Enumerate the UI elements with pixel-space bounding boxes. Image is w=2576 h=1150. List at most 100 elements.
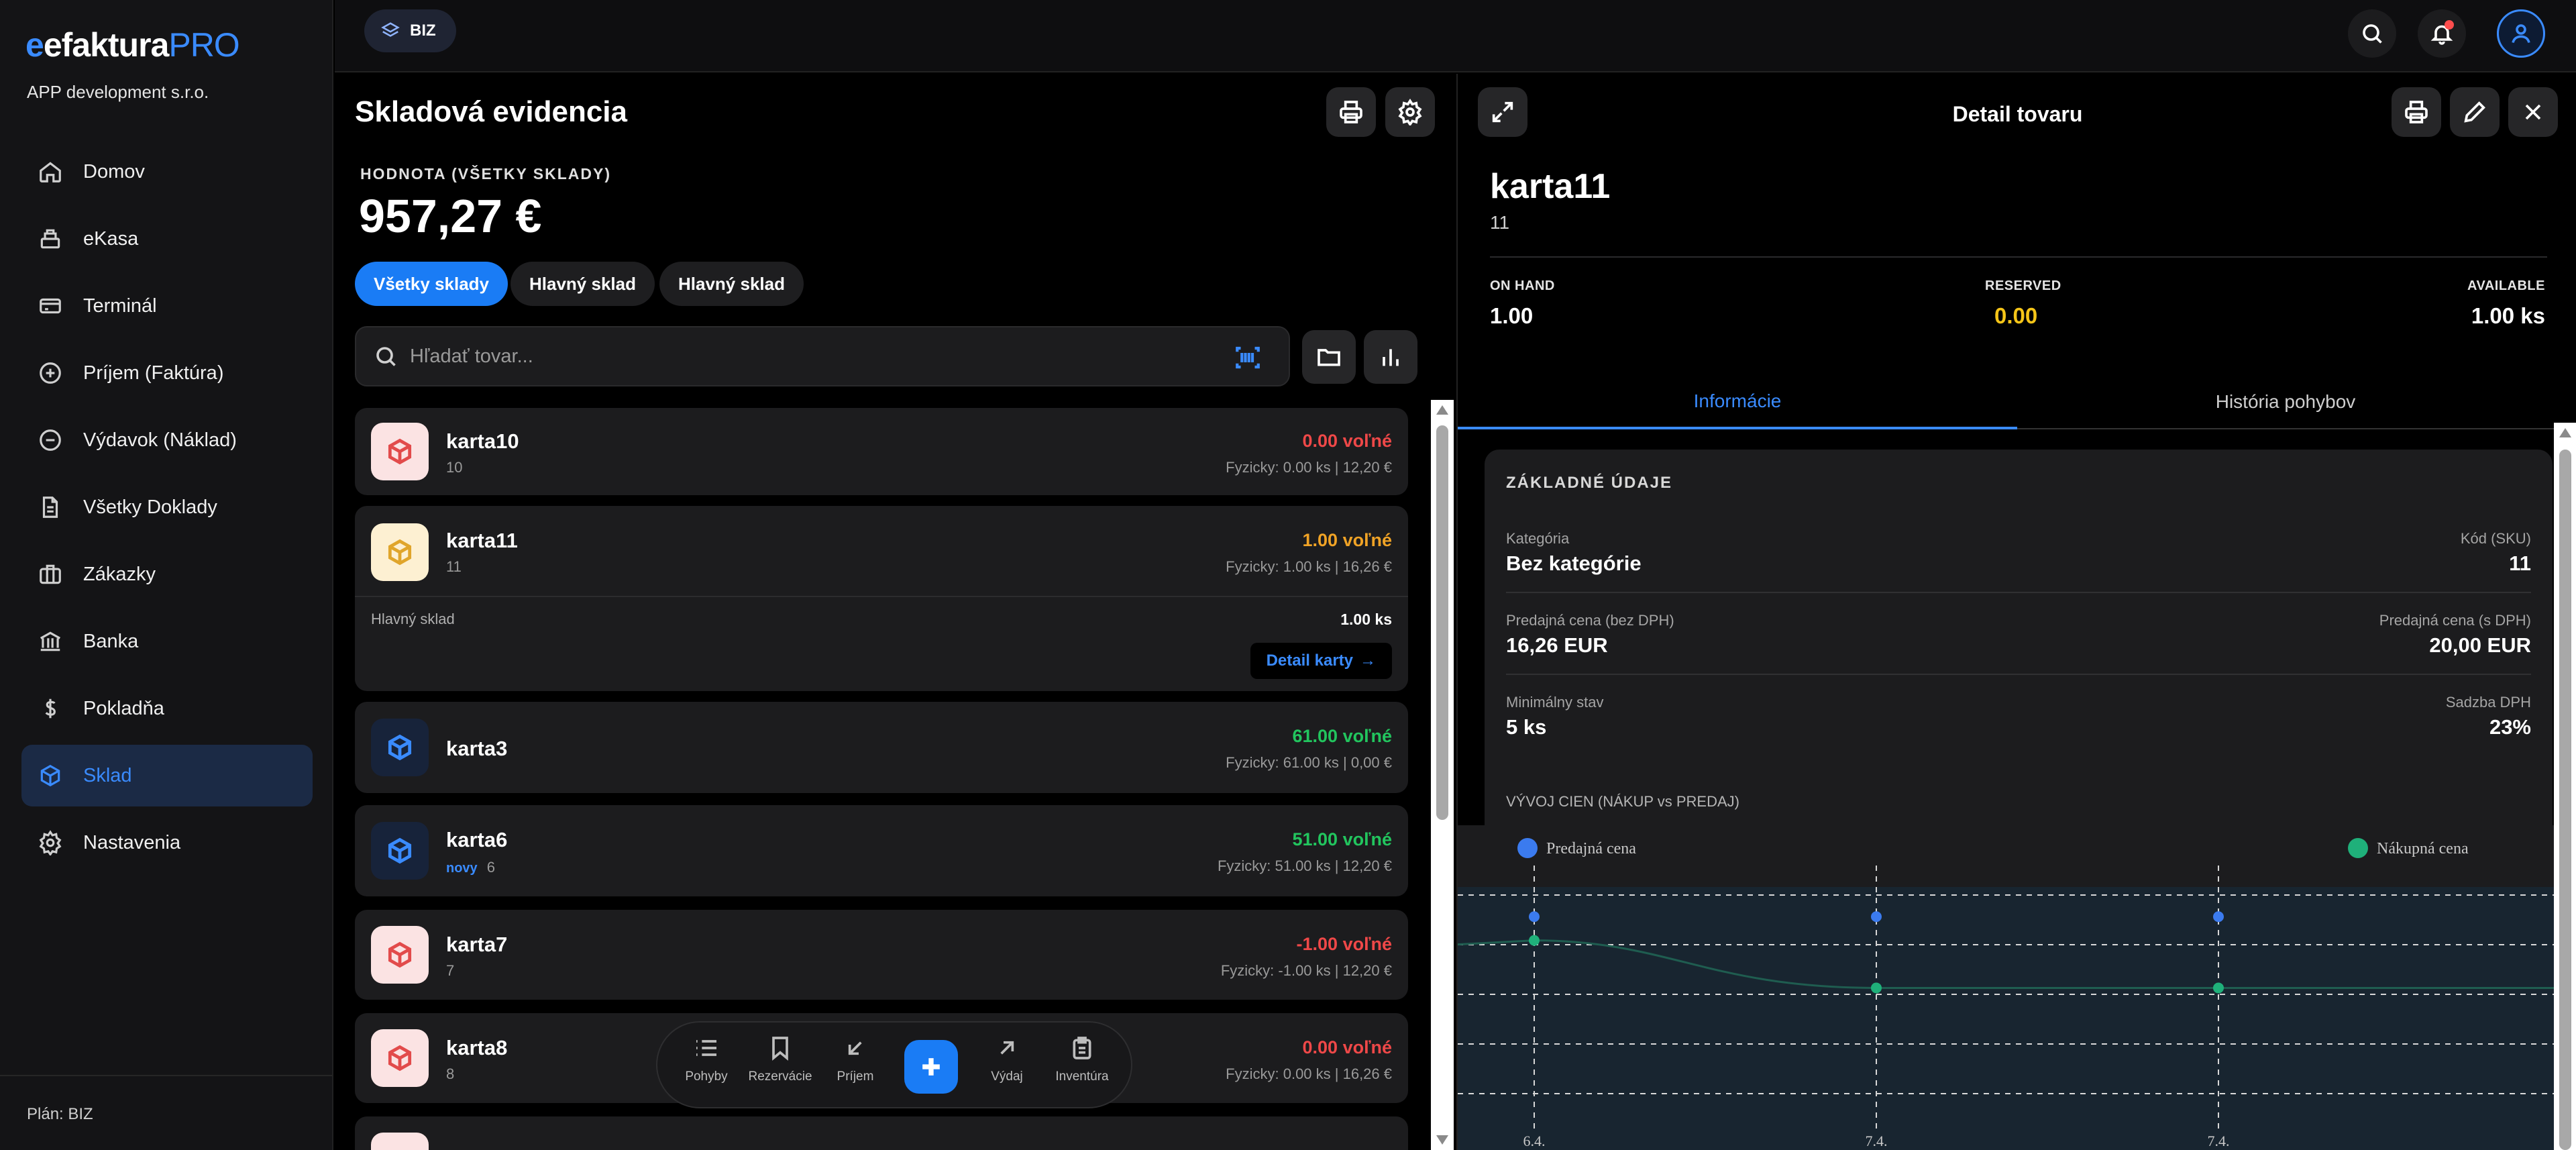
list-item-expanded[interactable]: karta11 11 1.00 voľné Fyzicky: 1.00 ks |… [355, 506, 1408, 691]
notifications-button[interactable] [2418, 9, 2466, 58]
printer-icon [2405, 101, 2428, 123]
app-logo[interactable]: eefakturaPRO [25, 25, 240, 64]
dock-rezervacie[interactable]: Rezervácie [743, 1035, 817, 1084]
sidebar-item-prijem[interactable]: Príjem (Faktúra) [21, 342, 313, 404]
min-stock-value: 5 ks [1506, 715, 1547, 739]
sidebar-item-pokladna[interactable]: Pokladňa [21, 678, 313, 739]
dock-label: Pohyby [685, 1069, 728, 1084]
list-item[interactable]: karta6 novy 6 51.00 voľné Fyzicky: 51.00 … [355, 805, 1408, 896]
sidebar-item-label: Banka [83, 630, 139, 652]
inventory-panel: Skladová evidencia HODNOTA (VŠETKY SKLAD… [335, 74, 1455, 1150]
logo-pro: PRO [168, 26, 239, 64]
sidebar-item-label: Terminál [83, 295, 157, 317]
home-icon [38, 159, 63, 185]
list-icon [696, 1040, 716, 1056]
scroll-thumb[interactable] [1436, 425, 1448, 820]
list-item[interactable] [355, 1116, 1408, 1150]
sidebar-item-banka[interactable]: Banka [21, 611, 313, 672]
document-icon [38, 494, 63, 520]
dock-vydaj[interactable]: Výdaj [970, 1035, 1044, 1084]
close-icon [2525, 104, 2541, 120]
item-code: 8 [446, 1065, 455, 1082]
available-label: AVAILABLE [2467, 278, 2545, 293]
stats-button[interactable] [1364, 330, 1417, 384]
dock-prijem[interactable]: Príjem [818, 1035, 892, 1084]
scroll-down-arrow[interactable] [1436, 1135, 1448, 1145]
scrollbar[interactable] [2554, 423, 2576, 1150]
dock-pohyby[interactable]: Pohyby [669, 1035, 743, 1084]
list-item[interactable]: karta3 61.00 voľné Fyzicky: 61.00 ks | 0… [355, 702, 1408, 793]
user-menu-button[interactable] [2497, 9, 2545, 58]
item-physical: Fyzicky: -1.00 ks | 12,20 € [1220, 962, 1392, 979]
available-value: 1.00 ks [2471, 303, 2545, 328]
detail-karty-button[interactable]: Detail karty → [1250, 643, 1392, 679]
price-gross-label: Predajná cena (s DPH) [2379, 612, 2531, 629]
sidebar-item-sklad[interactable]: Sklad [21, 745, 313, 806]
edit-button[interactable] [2450, 87, 2500, 137]
sidebar-item-doklady[interactable]: Všetky Doklady [21, 476, 313, 538]
item-name: karta8 [446, 1036, 508, 1059]
data-point-nakupna-cena [1871, 982, 1882, 994]
data-point-predajna-cena [2213, 911, 2224, 923]
sidebar-item-zakazky[interactable]: Zákazky [21, 543, 313, 605]
sidebar-item-nastavenia[interactable]: Nastavenia [21, 812, 313, 874]
filter-main-warehouse-2[interactable]: Hlavný sklad [659, 262, 804, 306]
item-code: 7 [446, 962, 455, 979]
gear-icon [1398, 99, 1422, 125]
item-code: 10 [446, 459, 463, 476]
scroll-thumb[interactable] [2559, 450, 2571, 1150]
list-item[interactable]: karta10 10 0.00 voľné Fyzicky: 0.00 ks |… [355, 408, 1408, 495]
legend-label: Predajná cena [1546, 840, 1636, 857]
print-button[interactable] [2392, 87, 2441, 137]
dock-label: Výdaj [991, 1069, 1023, 1084]
vat-label: Sadzba DPH [2445, 694, 2531, 711]
filter-main-warehouse[interactable]: Hlavný sklad [511, 262, 655, 306]
scrollbar[interactable] [1431, 400, 1454, 1150]
item-physical: Fyzicky: 0.00 ks | 12,20 € [1226, 459, 1392, 476]
item-code: 11 [446, 558, 462, 575]
tab-informacie[interactable]: Informácie [1458, 376, 2017, 429]
product-name: karta11 [1490, 167, 1611, 206]
card-icon [38, 293, 63, 319]
sidebar-item-vydavok[interactable]: Výdavok (Náklad) [21, 409, 313, 471]
tab-historia-pohybov[interactable]: História pohybov [2017, 376, 2554, 429]
pencil-icon [2464, 101, 2485, 123]
close-button[interactable] [2508, 87, 2558, 137]
scroll-up-arrow[interactable] [1436, 405, 1448, 415]
bank-icon [38, 629, 63, 654]
plan-badge[interactable]: BIZ [364, 9, 456, 52]
filter-all-warehouses[interactable]: Všetky sklady [355, 262, 508, 306]
notification-dot [2445, 20, 2454, 30]
on-hand-value: 1.00 [1490, 303, 1534, 328]
sidebar-item-domov[interactable]: Domov [21, 141, 313, 203]
sidebar-item-terminal[interactable]: Terminál [21, 275, 313, 337]
scroll-up-arrow[interactable] [2559, 428, 2571, 437]
folder-button[interactable] [1302, 330, 1356, 384]
list-item[interactable]: karta7 7 -1.00 voľné Fyzicky: -1.00 ks |… [355, 910, 1408, 1000]
box-icon [371, 1029, 429, 1087]
item-free-qty: 1.00 voľné [1302, 530, 1392, 550]
divider [1490, 256, 2547, 258]
search-button[interactable] [2348, 9, 2396, 58]
barcode-scan-icon[interactable] [1234, 344, 1262, 375]
box-icon [371, 523, 429, 581]
dock-inventura[interactable]: Inventúra [1045, 1035, 1119, 1084]
total-value-amount: 957,27 € [359, 190, 542, 242]
sidebar-item-label: Výdavok (Náklad) [83, 429, 237, 451]
settings-button[interactable] [1385, 87, 1435, 137]
dollar-icon [38, 696, 63, 721]
chart-title: VÝVOJ CIEN (NÁKUP vs PREDAJ) [1506, 793, 1739, 810]
search-input[interactable] [410, 345, 1215, 368]
item-code-row: novy 6 [446, 859, 495, 876]
search-icon [376, 347, 396, 366]
print-button[interactable] [1326, 87, 1376, 137]
data-point-nakupna-cena [1529, 935, 1540, 946]
sidebar-item-ekasa[interactable]: eKasa [21, 208, 313, 270]
divider [1506, 592, 2531, 593]
dock-label: Rezervácie [748, 1069, 812, 1084]
reserved-value: 0.00 [1994, 303, 2038, 328]
add-button[interactable] [904, 1040, 958, 1094]
bar-chart-icon [1383, 349, 1399, 366]
box-icon [38, 763, 63, 788]
dock-label: Inventúra [1055, 1069, 1109, 1084]
